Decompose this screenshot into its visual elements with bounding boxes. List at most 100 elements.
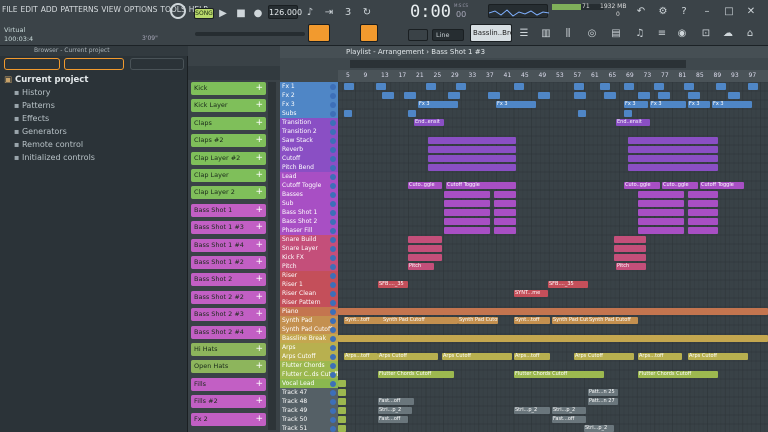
browser-tab-project[interactable] <box>64 58 124 70</box>
track-fx-3[interactable]: Fx 3 <box>280 100 338 109</box>
track-synth-pad-cutoff[interactable]: Synth Pad Cutoff <box>280 325 338 334</box>
pattern-clip[interactable]: Fx 3 <box>650 101 686 108</box>
channel-bass-shot-1-3[interactable]: Bass Shot 1 #3 + <box>191 221 266 235</box>
track-bass-shot-2[interactable]: Bass Shot 2 <box>280 217 338 226</box>
pattern-clip[interactable]: Arps...toff <box>638 353 682 360</box>
pattern-selector[interactable]: Basslin..Break <box>470 24 512 42</box>
mute-led-icon[interactable] <box>330 182 336 189</box>
menu-item-view[interactable]: VIEW <box>101 5 121 14</box>
pattern-clip[interactable] <box>688 218 718 225</box>
pattern-clip[interactable] <box>578 110 586 117</box>
song-mode-button[interactable]: SONG <box>194 8 214 19</box>
wait-icon[interactable]: ⇥ <box>322 5 336 19</box>
menu-item-file[interactable]: FILE <box>2 5 17 14</box>
track-pitch-bend[interactable]: Pitch Bend <box>280 163 338 172</box>
mute-led-icon[interactable] <box>330 281 336 288</box>
pattern-clip[interactable] <box>624 83 634 90</box>
channel-bass-shot-1[interactable]: Bass Shot 1 + <box>191 203 266 217</box>
pattern-clip[interactable]: Cutoff Toggle <box>700 182 744 189</box>
mute-led-icon[interactable] <box>330 218 336 225</box>
mute-led-icon[interactable] <box>330 425 336 432</box>
cart-icon[interactable]: ⌂ <box>744 26 756 40</box>
pattern-clip[interactable] <box>444 218 490 225</box>
pattern-clip[interactable] <box>338 308 768 315</box>
pattern-clip[interactable]: Stri...p_2 <box>584 425 614 432</box>
pattern-clip[interactable] <box>638 218 684 225</box>
mute-led-icon[interactable] <box>330 317 336 324</box>
pattern-clip[interactable] <box>428 146 516 153</box>
pattern-clip[interactable]: Stri...p_2 <box>514 407 550 414</box>
channel-claps-2[interactable]: Claps #2 + <box>191 134 266 148</box>
track-subs[interactable]: Subs <box>280 109 338 118</box>
mute-led-icon[interactable] <box>330 236 336 243</box>
browser-item-history[interactable]: ▪ History <box>14 88 50 97</box>
pattern-clip[interactable] <box>684 83 694 90</box>
pattern-clip[interactable]: Flutter Chords Cutoff <box>378 371 454 378</box>
mute-led-icon[interactable] <box>330 137 336 144</box>
channel-open-hats[interactable]: Open Hats + <box>191 360 266 374</box>
snap-icon[interactable] <box>408 29 428 41</box>
pattern-clip[interactable] <box>456 83 466 90</box>
pattern-clip[interactable] <box>614 236 646 243</box>
pattern-clip[interactable] <box>428 137 516 144</box>
pattern-clip[interactable] <box>638 200 684 207</box>
pattern-clip[interactable]: Arps Cutoff <box>574 353 634 360</box>
pattern-clip[interactable] <box>638 191 684 198</box>
track-bass-shot-1[interactable]: Bass Shot 1 <box>280 208 338 217</box>
pattern-clip[interactable] <box>614 245 646 252</box>
mute-led-icon[interactable] <box>330 173 336 180</box>
pattern-clip[interactable] <box>688 209 718 216</box>
browser-tab-search[interactable] <box>130 58 184 70</box>
track-cutoff-toggle[interactable]: Cutoff Toggle <box>280 181 338 190</box>
master-volume-knob[interactable] <box>170 3 186 19</box>
pattern-clip[interactable] <box>444 227 490 234</box>
countdown-icon[interactable]: 3 <box>341 5 355 19</box>
track-track-47[interactable]: Track 47 <box>280 388 338 397</box>
track-fx-2[interactable]: Fx 2 <box>280 91 338 100</box>
pattern-clip[interactable]: Patt...n 27 <box>588 398 618 405</box>
pattern-clip[interactable] <box>444 200 490 207</box>
script-icon[interactable]: ≡ <box>656 26 668 40</box>
pattern-clip[interactable] <box>494 209 516 216</box>
mute-led-icon[interactable] <box>330 155 336 162</box>
pattern-clip[interactable]: Cuto..ggle <box>408 182 442 189</box>
pattern-clip[interactable]: Fx 3 <box>496 101 536 108</box>
mute-led-icon[interactable] <box>330 227 336 234</box>
pattern-clip[interactable] <box>494 227 516 234</box>
pattern-clip[interactable] <box>624 110 632 117</box>
pattern-clip[interactable] <box>588 398 589 405</box>
track-arps[interactable]: Arps <box>280 343 338 352</box>
pattern-clip[interactable] <box>338 407 346 414</box>
mute-led-icon[interactable] <box>330 416 336 423</box>
pattern-clip[interactable] <box>716 83 726 90</box>
pattern-clip[interactable] <box>426 83 436 90</box>
pattern-clip[interactable] <box>338 425 346 432</box>
pattern-clip[interactable] <box>344 83 354 90</box>
pattern-clip[interactable]: End..ensit <box>616 119 650 126</box>
track-transition-2[interactable]: Transition 2 <box>280 127 338 136</box>
close-icon[interactable]: ✕ <box>744 4 758 18</box>
pattern-clip[interactable] <box>408 236 442 243</box>
pattern-clip[interactable] <box>628 164 718 171</box>
pattern-clip[interactable] <box>428 164 516 171</box>
pattern-clip[interactable]: Synth Pad Cutoff <box>552 317 592 324</box>
browser-item-remote-control[interactable]: ▪ Remote control <box>14 140 83 149</box>
mute-led-icon[interactable] <box>330 119 336 126</box>
pattern-clip[interactable]: Flutter Chords Cutoff <box>638 371 718 378</box>
pattern-clip[interactable] <box>338 389 346 396</box>
pattern-clip[interactable]: Arps Cutoff <box>688 353 748 360</box>
pattern-clip[interactable]: Synt...toff <box>514 317 550 324</box>
mute-led-icon[interactable] <box>330 380 336 387</box>
menu-item-edit[interactable]: EDIT <box>20 5 37 14</box>
browser-item-initialized-controls[interactable]: ▪ Initialized controls <box>14 153 95 162</box>
track-track-50[interactable]: Track 50 <box>280 415 338 424</box>
track-riser-clean[interactable]: Riser Clean <box>280 289 338 298</box>
pattern-clip[interactable] <box>444 209 490 216</box>
channel-rack-icon[interactable]: ▥ <box>540 26 552 40</box>
plugin-icon[interactable]: ◎ <box>586 26 598 40</box>
channel-kick[interactable]: Kick + <box>191 82 266 95</box>
pattern-clip[interactable] <box>638 227 684 234</box>
track-vocal-lead[interactable]: Vocal Lead <box>280 379 338 388</box>
pattern-clip[interactable] <box>628 146 718 153</box>
track-piano[interactable]: Piano <box>280 307 338 316</box>
